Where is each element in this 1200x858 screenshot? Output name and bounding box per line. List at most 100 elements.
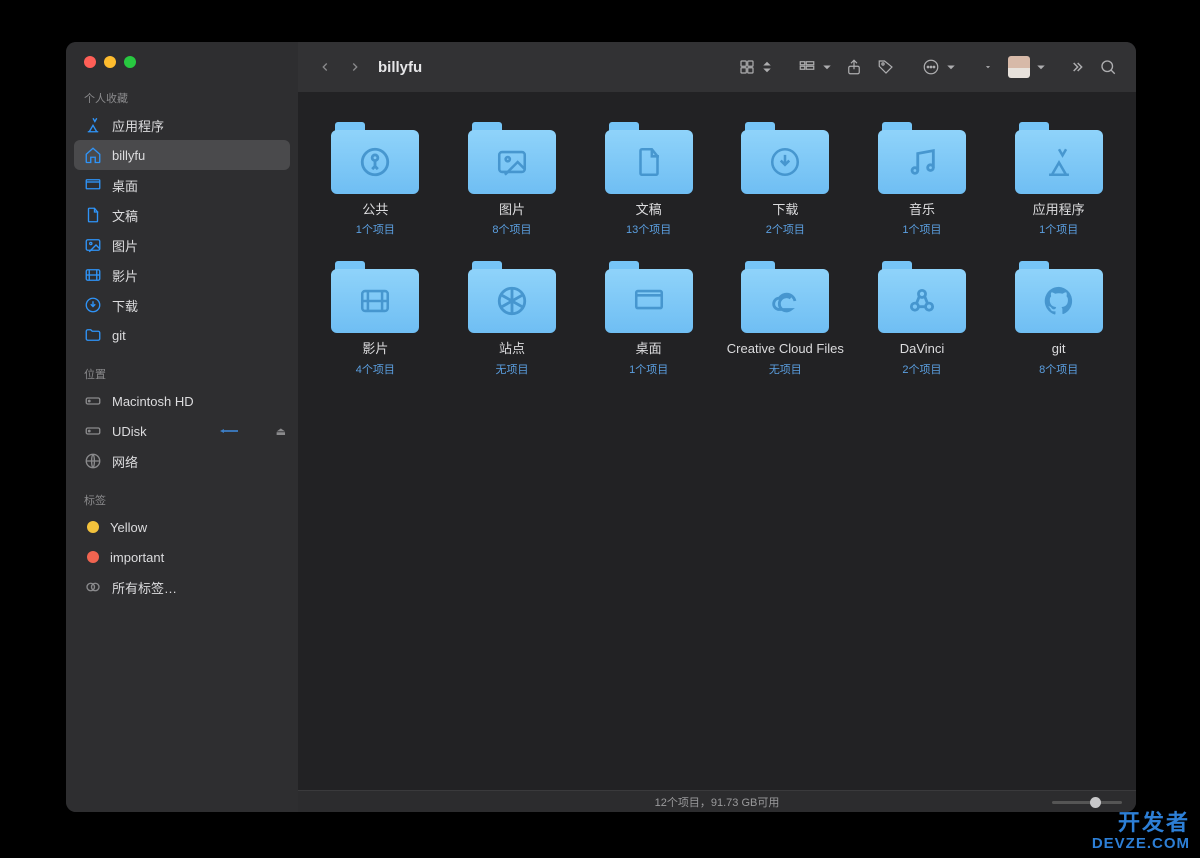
folder-name: 文稿 bbox=[636, 202, 662, 218]
sidebar-item-location[interactable]: 网络 bbox=[66, 446, 298, 476]
folder-subtitle: 8个项目 bbox=[492, 221, 531, 237]
search-icon bbox=[1099, 58, 1117, 76]
folder-icon bbox=[741, 122, 829, 194]
overflow-button[interactable] bbox=[1064, 53, 1090, 81]
sidebar-all-tags[interactable]: 所有标签… bbox=[66, 572, 298, 602]
forward-button[interactable] bbox=[342, 53, 368, 81]
home-icon bbox=[84, 146, 102, 164]
folder-item[interactable]: Creative Cloud Files 无项目 bbox=[724, 261, 847, 376]
sidebar-item-location[interactable]: UDisk⏏ bbox=[66, 416, 298, 446]
folder-subtitle: 13个项目 bbox=[626, 221, 671, 237]
minimize-window-button[interactable] bbox=[104, 56, 116, 68]
favorites-header: 个人收藏 bbox=[66, 84, 298, 110]
group-by[interactable] bbox=[798, 58, 836, 76]
sidebar-item-label: billyfu bbox=[112, 148, 145, 163]
folder-subtitle: 1个项目 bbox=[902, 221, 941, 237]
watermark-cn: 开发者 bbox=[1118, 811, 1190, 835]
sidebar-item-favorite[interactable]: 图片 bbox=[66, 230, 298, 260]
window-title: billyfu bbox=[378, 59, 422, 76]
sidebar-item-label: 下载 bbox=[112, 296, 138, 315]
folder-icon bbox=[331, 261, 419, 333]
folder-icon bbox=[741, 261, 829, 333]
folder-icon bbox=[878, 261, 966, 333]
sidebar-item-label: 应用程序 bbox=[112, 116, 164, 135]
back-button[interactable] bbox=[312, 53, 338, 81]
chevron-down-icon bbox=[1032, 58, 1050, 76]
all-tags-icon bbox=[84, 578, 102, 596]
tags-button[interactable] bbox=[872, 53, 900, 81]
folder-item[interactable]: 音乐 1个项目 bbox=[861, 122, 984, 237]
folder-icon bbox=[1015, 261, 1103, 333]
folder-item[interactable]: 桌面 1个项目 bbox=[587, 261, 710, 376]
sidebar-item-favorite[interactable]: 下载 bbox=[66, 290, 298, 320]
folder-icon bbox=[1015, 122, 1103, 194]
folder-name: DaVinci bbox=[900, 341, 945, 357]
sidebar-item-label: 桌面 bbox=[112, 176, 138, 195]
view-switcher[interactable] bbox=[738, 58, 776, 76]
folder-subtitle: 2个项目 bbox=[902, 361, 941, 377]
folder-item[interactable]: 公共 1个项目 bbox=[314, 122, 437, 237]
chevron-updown-icon bbox=[758, 58, 776, 76]
sidebar-tag[interactable]: important bbox=[66, 542, 298, 572]
chevron-right-icon bbox=[348, 60, 362, 74]
folder-item[interactable]: 文稿 13个项目 bbox=[587, 122, 710, 237]
user-menu[interactable] bbox=[1008, 56, 1050, 78]
finder-window: 个人收藏 应用程序billyfu桌面文稿图片影片下载git 位置 Macinto… bbox=[66, 42, 1136, 812]
arrange-menu[interactable] bbox=[978, 53, 998, 81]
folder-item[interactable]: 图片 8个项目 bbox=[451, 122, 574, 237]
doc-icon bbox=[84, 206, 102, 224]
folder-item[interactable]: 下载 2个项目 bbox=[724, 122, 847, 237]
sidebar-item-favorite[interactable]: 文稿 bbox=[66, 200, 298, 230]
share-button[interactable] bbox=[840, 53, 868, 81]
folder-item[interactable]: 应用程序 1个项目 bbox=[997, 122, 1120, 237]
share-icon bbox=[845, 58, 863, 76]
search-button[interactable] bbox=[1094, 53, 1122, 81]
folder-name: Creative Cloud Files bbox=[727, 341, 844, 357]
action-menu[interactable] bbox=[922, 58, 960, 76]
sidebar-tag[interactable]: Yellow bbox=[66, 512, 298, 542]
chevron-down-icon bbox=[983, 62, 993, 72]
folder-item[interactable]: git 8个项目 bbox=[997, 261, 1120, 376]
icon-size-slider[interactable] bbox=[1052, 797, 1122, 807]
chevron-left-icon bbox=[318, 60, 332, 74]
sidebar-item-favorite[interactable]: 应用程序 bbox=[66, 110, 298, 140]
folder-icon bbox=[605, 261, 693, 333]
folder-subtitle: 无项目 bbox=[495, 361, 528, 377]
download-icon bbox=[84, 296, 102, 314]
folder-subtitle: 无项目 bbox=[769, 361, 802, 377]
folder-icon bbox=[878, 122, 966, 194]
main-pane: billyfu 公 bbox=[298, 42, 1136, 812]
desktop-icon bbox=[84, 176, 102, 194]
sidebar-item-favorite[interactable]: 影片 bbox=[66, 260, 298, 290]
folder-icon bbox=[331, 122, 419, 194]
sidebar-item-label: 文稿 bbox=[112, 206, 138, 225]
folder-icon bbox=[84, 326, 102, 344]
folder-subtitle: 1个项目 bbox=[1039, 221, 1078, 237]
content-area[interactable]: 公共 1个项目 图片 8个项目 文稿 13个项目 下载 2个项目 音乐 1个项目… bbox=[298, 92, 1136, 790]
folder-item[interactable]: DaVinci 2个项目 bbox=[861, 261, 984, 376]
sidebar-item-favorite[interactable]: billyfu bbox=[74, 140, 290, 170]
folder-item[interactable]: 影片 4个项目 bbox=[314, 261, 437, 376]
sidebar-item-favorite[interactable]: git bbox=[66, 320, 298, 350]
tag-dot-icon bbox=[87, 551, 99, 563]
globe-icon bbox=[84, 452, 102, 470]
sidebar-item-label: Macintosh HD bbox=[112, 394, 194, 409]
eject-icon[interactable]: ⏏ bbox=[276, 425, 286, 438]
avatar-icon bbox=[1008, 56, 1030, 78]
toolbar: billyfu bbox=[298, 42, 1136, 92]
folder-icon bbox=[605, 122, 693, 194]
ellipsis-circle-icon bbox=[922, 58, 940, 76]
grid-view-icon bbox=[738, 58, 756, 76]
watermark-en: DEVZE.COM bbox=[1092, 836, 1190, 853]
tags-header: 标签 bbox=[66, 486, 298, 512]
sidebar-item-favorite[interactable]: 桌面 bbox=[66, 170, 298, 200]
folder-subtitle: 1个项目 bbox=[356, 221, 395, 237]
sidebar-item-location[interactable]: Macintosh HD bbox=[66, 386, 298, 416]
folder-item[interactable]: 站点 无项目 bbox=[451, 261, 574, 376]
folder-subtitle: 4个项目 bbox=[356, 361, 395, 377]
folder-name: 音乐 bbox=[909, 202, 935, 218]
folder-name: 应用程序 bbox=[1033, 202, 1085, 218]
sidebar-item-label: 影片 bbox=[112, 266, 138, 285]
close-window-button[interactable] bbox=[84, 56, 96, 68]
zoom-window-button[interactable] bbox=[124, 56, 136, 68]
